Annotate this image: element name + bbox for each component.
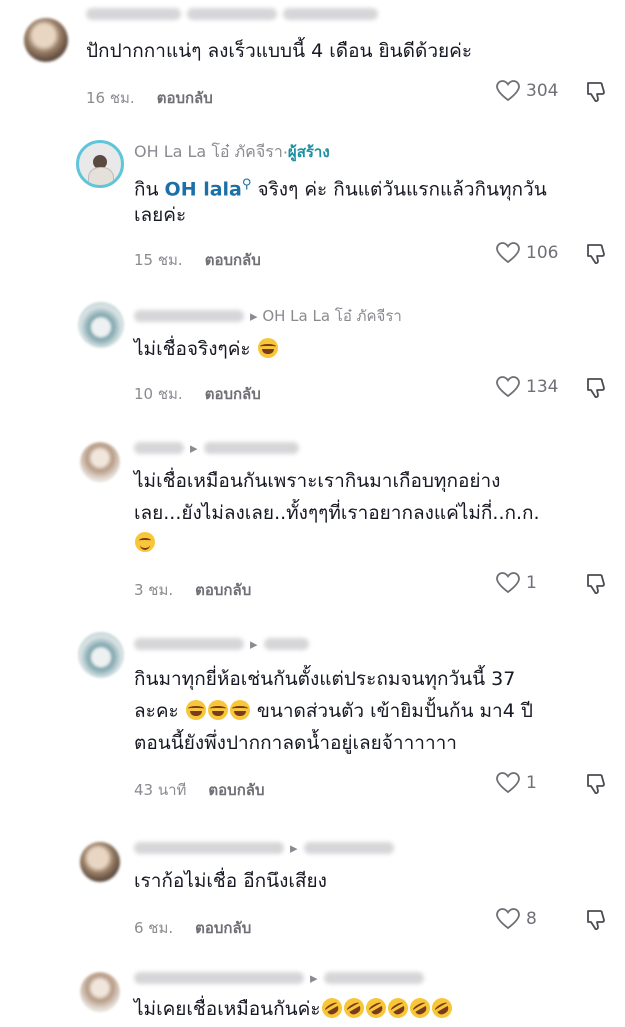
like-button[interactable]: 1: [496, 572, 537, 594]
mention-link[interactable]: OH lala: [165, 178, 242, 200]
comment-meta: 10 ชม. ตอบกลับ: [134, 384, 261, 404]
rofl-emoji: [317, 994, 346, 1022]
search-icon[interactable]: ⚲: [242, 177, 252, 192]
laughing-emoji: [185, 700, 206, 720]
rofl-emoji: [383, 994, 412, 1022]
avatar[interactable]: [80, 442, 120, 482]
like-count: 1: [526, 573, 537, 593]
thumbs-down-icon[interactable]: [583, 80, 607, 104]
thumbs-down-icon[interactable]: [583, 242, 607, 266]
avatar[interactable]: [78, 632, 124, 678]
comment-meta: 16 ชม. ตอบกลับ: [86, 88, 213, 108]
heart-icon: [496, 376, 520, 398]
comment-username[interactable]: [86, 6, 378, 22]
like-count: 134: [526, 377, 559, 397]
thumbs-down-icon[interactable]: [583, 772, 607, 796]
reply-button[interactable]: ตอบกลับ: [205, 382, 261, 406]
thumbs-down-icon[interactable]: [583, 908, 607, 932]
reply-button[interactable]: ตอบกลับ: [195, 916, 251, 940]
reply-to-label: ▸ OH La La โอ๋ ภัคจีรา: [250, 307, 402, 325]
like-count: 106: [526, 243, 559, 263]
avatar[interactable]: [80, 972, 120, 1012]
like-button[interactable]: 1: [496, 772, 537, 794]
reply-button[interactable]: ตอบกลับ: [195, 578, 251, 602]
thumbs-down-icon[interactable]: [583, 572, 607, 596]
like-count: 1: [526, 773, 537, 793]
comment-text-line: ละคะ ขนาดส่วนตัว เข้ายิมปั้นก้น มา4 ปี: [134, 700, 533, 722]
comment-username[interactable]: ▸: [134, 839, 394, 857]
reply-button[interactable]: ตอบกลับ: [208, 778, 264, 802]
comment-item: ▸ ไม่เคยเชื่อเหมือนกันค่ะ: [0, 964, 625, 1027]
comment-time: 10 ชม.: [134, 385, 183, 403]
comment-text: เราก้อไม่เชื่อ อีกนึงเสียง: [134, 870, 327, 892]
like-count: 8: [526, 909, 537, 929]
rofl-emoji: [405, 994, 434, 1022]
comment-username[interactable]: ▸: [134, 969, 424, 987]
like-button[interactable]: 8: [496, 908, 537, 930]
comment-meta: 6 ชม. ตอบกลับ: [134, 918, 251, 938]
avatar[interactable]: [80, 842, 120, 882]
comment-text: ไม่เคยเชื่อเหมือนกันค่ะ: [134, 994, 456, 1024]
heart-icon: [496, 572, 520, 594]
laughing-emoji: [207, 700, 228, 720]
comment-text-line: ตอนนี้ยังพึ่งปากกาลดน้ำอยู่เลยจ้าาาาาา: [134, 732, 457, 754]
thumbs-down-icon[interactable]: [583, 376, 607, 400]
comment-text-line: เลยค่ะ: [134, 204, 187, 226]
comment-meta: 15 ชม. ตอบกลับ: [134, 250, 261, 270]
rofl-emoji: [339, 994, 368, 1022]
comment-text-line: เลย...ยังไม่ลงเลย..ทั้งๆๆที่เราอยากลงแค่…: [134, 502, 540, 524]
rofl-emoji: [427, 994, 456, 1022]
comment-time: 6 ชม.: [134, 919, 174, 937]
comment-username[interactable]: ▸: [134, 439, 299, 457]
comment-item: ▸ OH La La โอ๋ ภัคจีรา ไม่เชื่อจริงๆค่ะ …: [0, 300, 625, 410]
comment-text: ไม่เชื่อเหมือนกันเพราะเรากินมาเกือบทุกอย…: [134, 470, 501, 492]
comment-time: 16 ชม.: [86, 89, 135, 107]
comment-text: ปักปากกาแน่ๆ ลงเร็วแบบนี้ 4 เดือน ยินดีด…: [86, 40, 473, 62]
avatar[interactable]: [78, 302, 124, 348]
like-button[interactable]: 106: [496, 242, 558, 264]
like-count: 304: [526, 81, 559, 101]
heart-icon: [496, 772, 520, 794]
comment-meta: 3 ชม. ตอบกลับ: [134, 580, 251, 600]
comment-item: ปักปากกาแน่ๆ ลงเร็วแบบนี้ 4 เดือน ยินดีด…: [0, 0, 625, 120]
smiling-emoji: [135, 532, 155, 552]
comment-time: 3 ชม.: [134, 581, 174, 599]
comment-text-line: [134, 528, 156, 558]
heart-icon: [496, 80, 520, 102]
avatar[interactable]: [24, 18, 68, 62]
comment-text: กินมาทุกยี่ห้อเช่นกันตั้งแต่ประถมจนทุกวั…: [134, 668, 516, 690]
comment-item: ▸ เราก้อไม่เชื่อ อีกนึงเสียง 6 ชม. ตอบกล…: [0, 834, 625, 944]
comment-text: ไม่เชื่อจริงๆค่ะ: [134, 334, 279, 364]
creator-avatar[interactable]: [76, 140, 124, 188]
reply-button[interactable]: ตอบกลับ: [205, 248, 261, 272]
comment-item: ▸ กินมาทุกยี่ห้อเช่นกันตั้งแต่ประถมจนทุก…: [0, 630, 625, 800]
creator-badge: ผู้สร้าง: [287, 143, 330, 161]
laughing-emoji: [257, 338, 278, 358]
rofl-emoji: [361, 994, 390, 1022]
comment-item: ▸ ไม่เชื่อเหมือนกันเพราะเรากินมาเกือบทุก…: [0, 434, 625, 604]
like-button[interactable]: 304: [496, 80, 558, 102]
reply-button[interactable]: ตอบกลับ: [157, 86, 213, 110]
laughing-emoji: [229, 700, 250, 720]
like-button[interactable]: 134: [496, 376, 558, 398]
comment-time: 15 ชม.: [134, 251, 183, 269]
heart-icon: [496, 242, 520, 264]
comment-username[interactable]: OH La La โอ๋ ภัคจีรา · ผู้สร้าง: [134, 142, 330, 162]
comment-meta: 43 นาที ตอบกลับ: [134, 780, 265, 800]
comment-text: กิน OH lala⚲ จริงๆ ค่ะ กินแต่วันแรกแล้วก…: [134, 177, 547, 201]
heart-icon: [496, 908, 520, 930]
comment-time: 43 นาที: [134, 781, 187, 799]
comment-username[interactable]: ▸: [134, 635, 309, 653]
comment-username[interactable]: ▸ OH La La โอ๋ ภัคจีรา: [134, 307, 402, 325]
comment-item: OH La La โอ๋ ภัคจีรา · ผู้สร้าง กิน OH l…: [0, 140, 625, 280]
